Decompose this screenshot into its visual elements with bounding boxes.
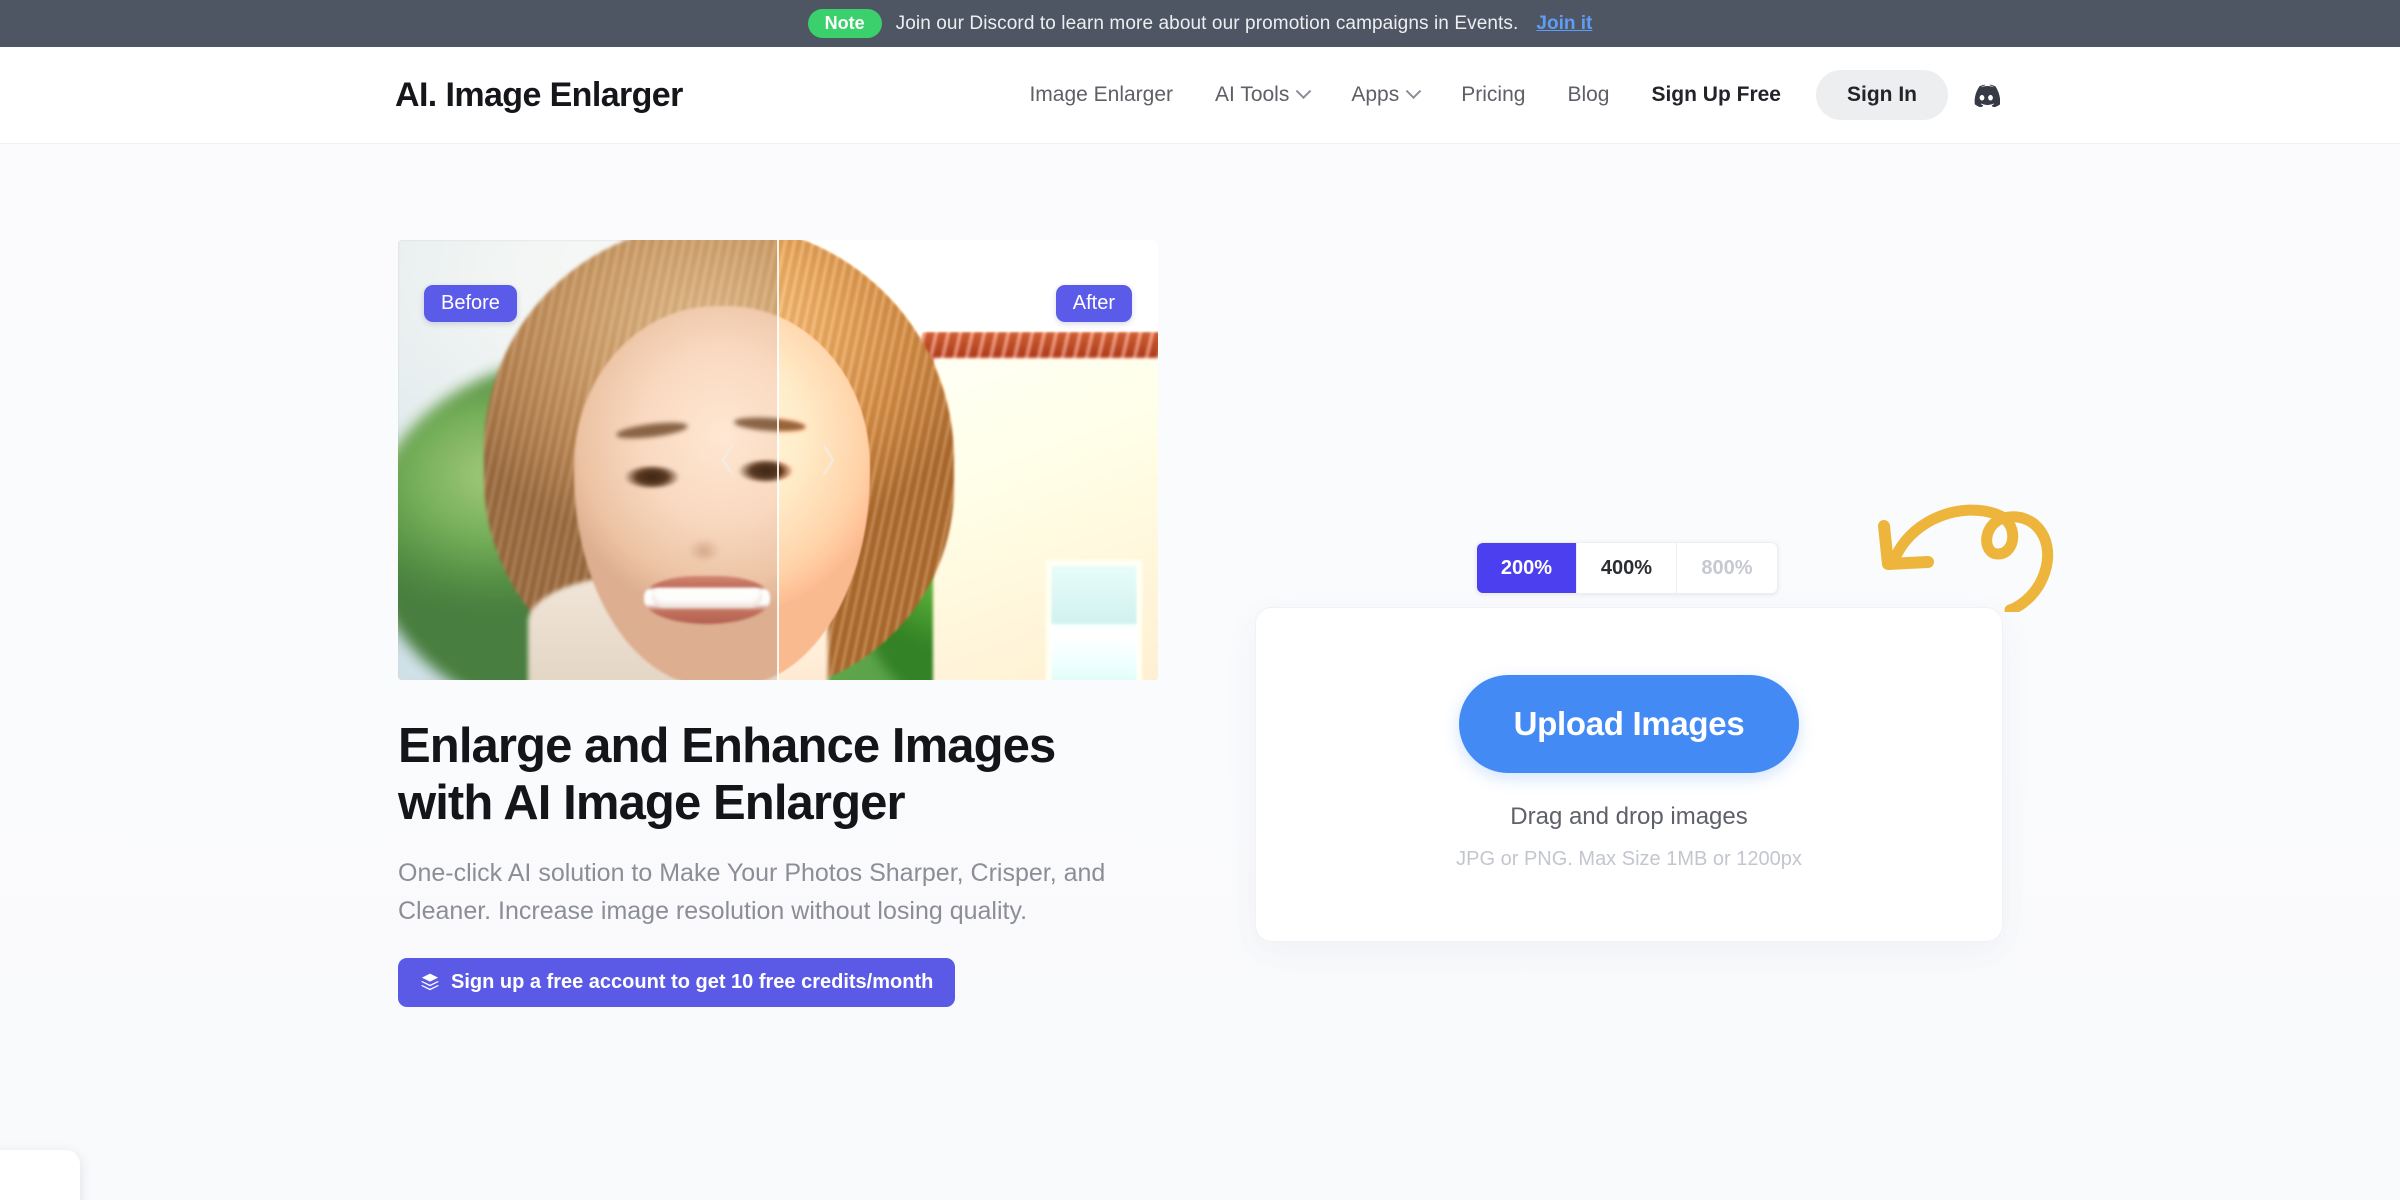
nav-label: Image Enlarger <box>1029 83 1174 106</box>
join-it-link[interactable]: Join it <box>1536 13 1592 35</box>
subhead-line-2: Cleaner. Increase image resolution witho… <box>398 896 1028 925</box>
nose <box>682 530 726 560</box>
nav-label: Blog <box>1567 83 1610 106</box>
nav-item-image-enlarger[interactable]: Image Enlarger <box>1008 83 1194 107</box>
nav-item-sign-up-free[interactable]: Sign Up Free <box>1630 83 1802 107</box>
chevron-down-icon <box>1405 82 1422 99</box>
eye-left <box>624 466 680 488</box>
site-logo[interactable]: AI. Image Enlarger <box>395 76 683 115</box>
drag-and-drop-hint: Drag and drop images <box>1510 803 1748 830</box>
before-label-badge: Before <box>424 285 517 322</box>
upload-images-button[interactable]: Upload Images <box>1459 675 1799 773</box>
nav-label: AI Tools <box>1215 83 1290 106</box>
nav-item-blog[interactable]: Blog <box>1546 83 1630 107</box>
nav-item-ai-tools[interactable]: AI Tools <box>1194 82 1330 107</box>
nav-item-pricing[interactable]: Pricing <box>1440 83 1546 107</box>
file-limit-hint: JPG or PNG. Max Size 1MB or 1200px <box>1456 848 1802 870</box>
headline-line-1: Enlarge and Enhance Images <box>398 719 1056 773</box>
before-after-comparison[interactable]: Before After <box>398 240 1158 680</box>
upload-dropzone-card[interactable]: Upload Images Drag and drop images JPG o… <box>1255 607 2003 942</box>
scale-tab-400[interactable]: 400% <box>1577 543 1677 593</box>
page-title: Enlarge and Enhance Images with AI Image… <box>398 718 1158 832</box>
hero-section: Before After Enlarge and Enhance Images … <box>0 144 2400 1200</box>
house-window <box>1046 560 1142 680</box>
layers-icon <box>421 973 439 991</box>
chevron-left-icon <box>721 444 734 476</box>
nav-label: Sign Up Free <box>1651 83 1781 106</box>
nav-label: Pricing <box>1461 83 1526 106</box>
chat-widget-launcher[interactable] <box>0 1150 80 1200</box>
discord-icon[interactable] <box>1970 84 2000 107</box>
chevron-down-icon <box>1296 82 1312 99</box>
hero-left-column: Before After Enlarge and Enhance Images … <box>398 240 1158 1007</box>
headline-line-2: with AI Image Enlarger <box>398 775 906 830</box>
site-header: AI. Image Enlarger Image Enlarger AI Too… <box>0 47 2400 144</box>
free-credits-cta-button[interactable]: Sign up a free account to get 10 free cr… <box>398 957 956 1007</box>
nav-item-apps[interactable]: Apps <box>1330 82 1440 107</box>
free-credits-cta-label: Sign up a free account to get 10 free cr… <box>451 970 934 993</box>
comparison-slider-handle[interactable] <box>718 430 838 490</box>
hand-drawn-curved-arrow-icon <box>1878 504 2054 612</box>
after-label-badge: After <box>1055 285 1132 322</box>
hero-subheading: One-click AI solution to Make Your Photo… <box>398 854 1118 930</box>
sign-in-button[interactable]: Sign In <box>1816 70 1948 120</box>
promo-notice-bar: Note Join our Discord to learn more abou… <box>0 0 2400 47</box>
teeth <box>652 588 762 608</box>
scale-tab-800[interactable]: 800% <box>1677 543 1777 593</box>
main-navigation: Image Enlarger AI Tools Apps Pricing Blo… <box>1008 70 2340 120</box>
subhead-line-1: One-click AI solution to Make Your Photo… <box>398 858 1106 887</box>
notice-message: Join our Discord to learn more about our… <box>895 12 1519 34</box>
note-badge: Note <box>807 9 882 38</box>
chevron-right-icon <box>822 444 835 476</box>
scale-tab-200[interactable]: 200% <box>1477 543 1577 593</box>
scale-factor-tabs: 200% 400% 800% <box>1476 542 1778 594</box>
nav-label: Apps <box>1351 83 1400 106</box>
